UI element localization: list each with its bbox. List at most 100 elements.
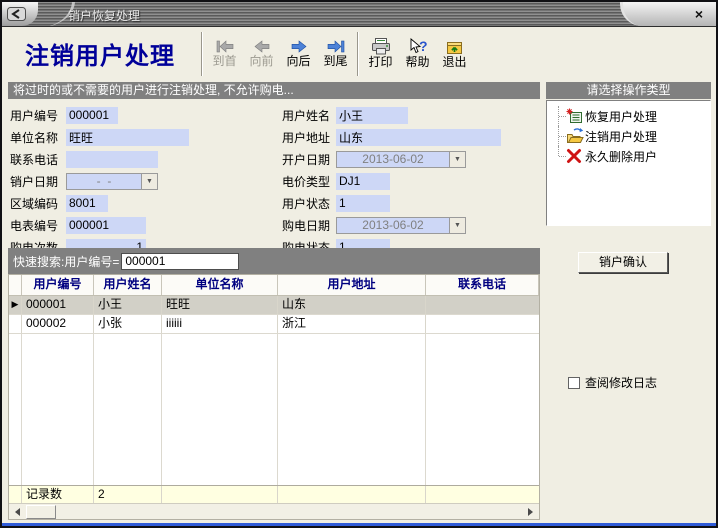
user-id-field[interactable]: [66, 107, 118, 124]
tree-item-label: 恢复用户处理: [585, 108, 657, 125]
toolbar-separator: [357, 32, 359, 76]
scrollbar-thumb[interactable]: [26, 505, 56, 519]
field-label: 用户姓名: [282, 107, 336, 124]
open-date-combo[interactable]: 2013-06-02 ▼: [336, 151, 466, 168]
table-cell: 000001: [22, 296, 94, 314]
column-header: 联系电话: [426, 275, 539, 295]
help-button[interactable]: ? 帮助: [399, 30, 436, 78]
next-icon: [289, 39, 309, 54]
toolbar-separator: [201, 32, 203, 76]
footer-cell: [426, 486, 539, 503]
toolbar: 注销用户处理 到首 向前 向后: [2, 27, 716, 80]
tree-item-cancel-user[interactable]: 注销用户处理: [553, 126, 708, 146]
svg-text:?: ?: [419, 38, 428, 54]
table-cell: iiiiii: [162, 315, 278, 333]
user-table: 用户编号 用户姓名 单位名称 用户地址 联系电话 ▶ 000001 小王 旺旺 …: [8, 274, 540, 520]
table-empty-area: [9, 334, 539, 485]
user-address-field[interactable]: [336, 129, 501, 146]
close-date-value: - -: [67, 174, 141, 189]
nav-first-label: 到首: [212, 54, 236, 69]
close-date-combo[interactable]: - - ▼: [66, 173, 158, 190]
view-log-checkbox[interactable]: [568, 377, 580, 389]
purchase-date-combo[interactable]: 2013-06-02 ▼: [336, 217, 466, 234]
tree-connector: [553, 106, 566, 126]
column-header: 用户地址: [278, 275, 426, 295]
table-grid-column: [22, 334, 94, 485]
footer-cell: [278, 486, 426, 503]
quick-search-label: 快速搜索:用户编号=: [13, 253, 119, 270]
price-type-field[interactable]: [336, 173, 390, 190]
view-log-checkbox-row[interactable]: 查阅修改日志: [568, 374, 657, 391]
prev-icon: [252, 39, 272, 54]
column-header: 用户姓名: [94, 275, 162, 295]
field-label: 单位名称: [10, 129, 66, 146]
nav-prev-button[interactable]: 向前: [243, 30, 280, 78]
nav-last-button[interactable]: 到尾: [317, 30, 354, 78]
exit-button[interactable]: 退出: [436, 30, 473, 78]
table-header: 用户编号 用户姓名 单位名称 用户地址 联系电话: [9, 275, 539, 296]
table-cell: [426, 315, 539, 333]
table-cell: [426, 296, 539, 314]
user-status-field[interactable]: [336, 195, 390, 212]
table-row[interactable]: 000002 小张 iiiiii 浙江: [9, 315, 539, 334]
field-label: 用户状态: [282, 195, 336, 212]
last-icon: [326, 39, 346, 54]
quick-search-bar: 快速搜索:用户编号=: [8, 248, 540, 274]
chevron-down-icon[interactable]: ▼: [141, 174, 157, 189]
field-label: 联系电话: [10, 151, 66, 168]
table-grid-column: [94, 334, 162, 485]
view-log-checkbox-label: 查阅修改日志: [585, 374, 657, 391]
meter-number-field[interactable]: [66, 217, 146, 234]
nav-next-button[interactable]: 向后: [280, 30, 317, 78]
open-date-value: 2013-06-02: [337, 152, 449, 167]
field-label: 电表编号: [10, 217, 66, 234]
footer-cell: [162, 486, 278, 503]
table-footer: 记录数 2: [9, 485, 539, 503]
user-name-field[interactable]: [336, 107, 408, 124]
operation-type-tree: 恢复用户处理 注销用户处理: [546, 100, 711, 226]
tree-item-restore-user[interactable]: 恢复用户处理: [553, 106, 708, 126]
scroll-right-arrow-icon[interactable]: [524, 505, 537, 518]
system-menu-icon[interactable]: [7, 7, 26, 21]
field-label: 用户编号: [10, 107, 66, 124]
close-icon[interactable]: ×: [691, 6, 707, 22]
right-panel-caption: 请选择操作类型: [546, 82, 711, 99]
field-label: 销户日期: [10, 173, 66, 190]
help-label: 帮助: [405, 55, 429, 70]
tree-item-delete-user[interactable]: 永久删除用户: [553, 146, 708, 166]
page-title: 注销用户处理: [2, 36, 198, 71]
region-code-field[interactable]: [66, 195, 108, 212]
tree-connector: [553, 126, 566, 146]
title-bar-right-cap: ×: [620, 2, 716, 26]
record-count-label: 记录数: [22, 486, 94, 503]
nav-last-label: 到尾: [323, 54, 347, 69]
close-account-confirm-button[interactable]: 销户确认: [578, 252, 668, 273]
column-header: 用户编号: [22, 275, 94, 295]
scroll-left-arrow-icon[interactable]: [11, 505, 24, 518]
nav-next-label: 向后: [286, 54, 310, 69]
phone-field[interactable]: [66, 151, 158, 168]
chevron-down-icon[interactable]: ▼: [449, 152, 465, 167]
table-grid-column: [426, 334, 539, 485]
search-input[interactable]: [121, 253, 239, 270]
tree-item-label: 注销用户处理: [585, 128, 657, 145]
form-left-column: 用户编号 单位名称 联系电话 销户日期 - - ▼ 区域编码 电表编号 购电次数: [10, 104, 189, 258]
app-root: 销户恢复处理 × 注销用户处理 到首 向前: [0, 0, 718, 528]
field-label: 开户日期: [282, 151, 336, 168]
table-row[interactable]: ▶ 000001 小王 旺旺 山东: [9, 296, 539, 315]
chevron-down-icon[interactable]: ▼: [449, 218, 465, 233]
nav-first-button[interactable]: 到首: [206, 30, 243, 78]
window-bottom-edge: [2, 523, 716, 526]
table-cell: 山东: [278, 296, 426, 314]
table-grid-column: [162, 334, 278, 485]
print-label: 打印: [368, 55, 392, 70]
print-button[interactable]: 打印: [362, 30, 399, 78]
horizontal-scrollbar[interactable]: [9, 503, 539, 519]
field-label: 用户地址: [282, 129, 336, 146]
form-right-column: 用户姓名 用户地址 开户日期 2013-06-02 ▼ 电价类型 用户状态 购电…: [282, 104, 501, 258]
purchase-date-value: 2013-06-02: [337, 218, 449, 233]
unit-name-field[interactable]: [66, 129, 189, 146]
user-detail-form: 用户编号 单位名称 联系电话 销户日期 - - ▼ 区域编码 电表编号 购电次数…: [8, 100, 540, 246]
table-cell: 小张: [94, 315, 162, 333]
column-header: 单位名称: [162, 275, 278, 295]
